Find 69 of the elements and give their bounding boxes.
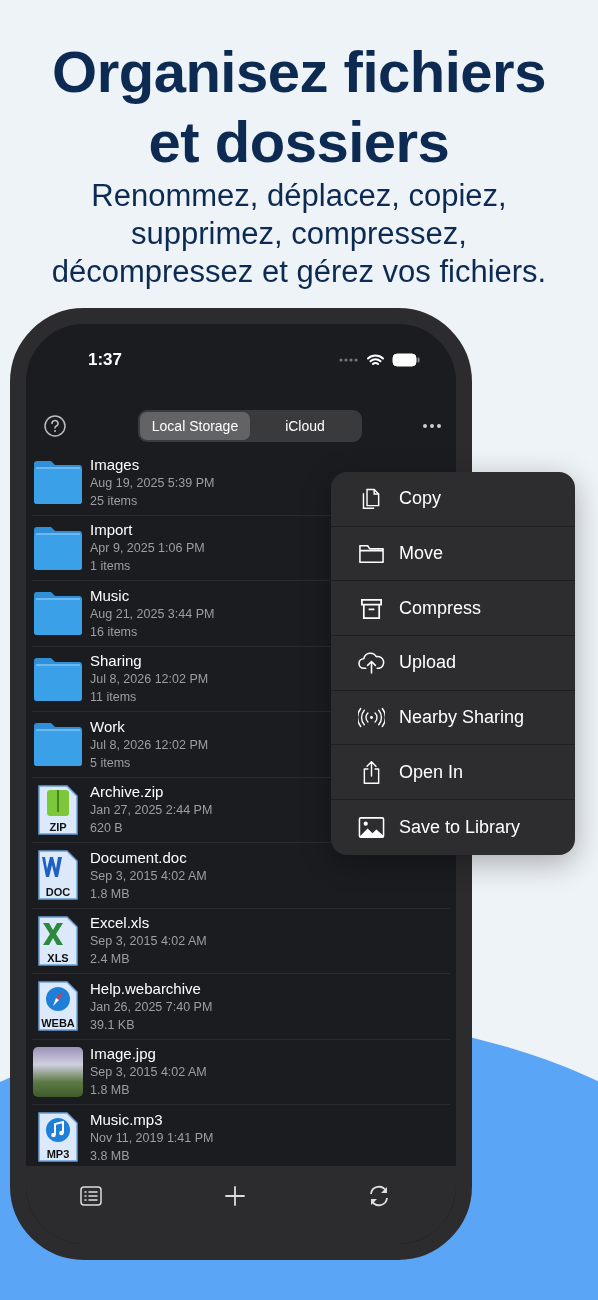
file-size: 39.1 KB	[90, 1016, 136, 1034]
file-name[interactable]: Image.jpg	[90, 1044, 207, 1064]
file-name[interactable]: Sharing	[90, 651, 209, 671]
file-size: 11 items	[90, 689, 138, 707]
file-type-label: ZIP	[48, 820, 68, 833]
file-name[interactable]: Work	[90, 716, 209, 736]
photo-placeholder	[33, 1046, 83, 1097]
add-icon[interactable]	[223, 1184, 247, 1208]
file-size: 1.8 MB	[90, 1082, 131, 1100]
wifi-icon	[367, 353, 384, 367]
menu-item[interactable]: Upload	[331, 636, 575, 691]
file-type-label: DOC	[44, 886, 72, 899]
file-type-label: MP3	[45, 1148, 71, 1161]
file-size: 16 items	[90, 623, 139, 641]
file-date: Sep 3, 2015 4:02 AM	[90, 867, 207, 885]
file-size: 5 items	[90, 754, 132, 772]
file-name[interactable]: Archive.zip	[90, 782, 213, 802]
file-date: Jan 26, 2025 7:40 PM	[90, 998, 213, 1016]
photo-icon	[358, 814, 385, 840]
subtitle: Renommez, déplacez, copiez, supprimez, compressez, décompressez et gérez vos fichiers.	[50, 177, 548, 291]
storage-tab[interactable]: iCloud	[250, 412, 360, 440]
file-name[interactable]: Import	[90, 520, 205, 540]
help-icon[interactable]	[44, 415, 66, 437]
document-icon	[37, 980, 79, 1033]
menu-item[interactable]: Copy	[331, 472, 575, 527]
file-type-label: XLS	[46, 951, 70, 964]
file-date: Jul 8, 2026 12:02 PM	[90, 736, 209, 754]
file-size: 620 B	[90, 820, 124, 838]
file-name[interactable]: Document.doc	[90, 847, 207, 867]
signal-icon	[339, 358, 359, 362]
file-size: 25 items	[90, 492, 139, 510]
file-date: Sep 3, 2015 4:02 AM	[90, 933, 207, 951]
document-icon	[37, 783, 79, 836]
file-date: Aug 19, 2025 5:39 PM	[90, 474, 215, 492]
more-icon[interactable]	[422, 423, 442, 429]
file-size: 1.8 MB	[90, 885, 131, 903]
file-size: 3.8 MB	[90, 1147, 131, 1165]
folder-icon	[32, 589, 84, 638]
folder-icon	[32, 458, 84, 507]
file-type-label: WEBA	[40, 1017, 76, 1030]
status-time: 1:37	[88, 350, 124, 370]
file-name[interactable]: Music	[90, 585, 215, 605]
headline: Organisez fichiers et dossiers	[51, 38, 547, 176]
file-date: Jul 8, 2026 12:02 PM	[90, 671, 209, 689]
menu-item[interactable]: Save to Library	[331, 800, 575, 855]
file-name[interactable]: Music.mp3	[90, 1109, 214, 1129]
refresh-icon[interactable]	[367, 1184, 391, 1208]
menu-item[interactable]: Open In	[331, 745, 575, 801]
file-date: Apr 9, 2025 1:06 PM	[90, 540, 205, 558]
file-date: Jan 27, 2025 2:44 PM	[90, 802, 213, 820]
file-date: Sep 3, 2015 4:02 AM	[90, 1064, 207, 1082]
file-size: 1 items	[90, 558, 132, 576]
list-icon[interactable]	[79, 1184, 103, 1208]
file-date: Aug 21, 2025 3:44 PM	[90, 605, 215, 623]
file-name[interactable]: Excel.xls	[90, 913, 207, 933]
cloud-upload-icon	[358, 650, 385, 676]
file-name[interactable]: Images	[90, 454, 215, 474]
file-name[interactable]: Help.webarchive	[90, 978, 213, 998]
document-icon	[37, 914, 79, 967]
document-icon	[37, 849, 79, 902]
file-size: 2.4 MB	[90, 951, 131, 969]
document-icon	[37, 1111, 79, 1164]
menu-item[interactable]: Compress	[331, 581, 575, 637]
storage-tab[interactable]: Local Storage	[140, 412, 250, 440]
menu-item[interactable]: Move	[331, 526, 575, 582]
battery-icon	[392, 353, 420, 367]
folder-icon	[32, 720, 84, 769]
menu-item[interactable]: Nearby Sharing	[331, 690, 575, 746]
file-date: Nov 11, 2019 1:41 PM	[90, 1129, 214, 1147]
